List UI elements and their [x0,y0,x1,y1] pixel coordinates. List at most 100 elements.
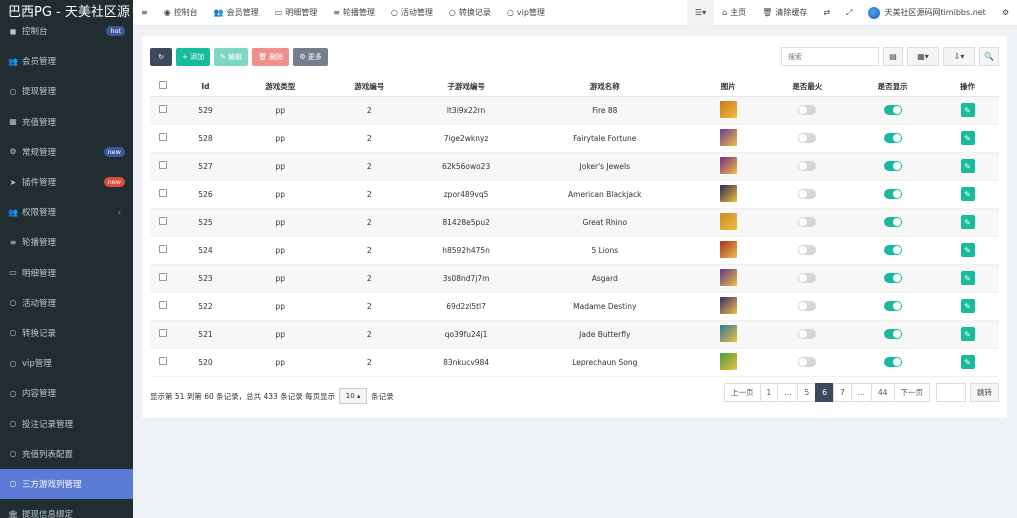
show-toggle[interactable] [883,133,902,143]
sidebar-item-2[interactable]: ○ 提现管理 [0,76,133,106]
sidebar-item-10[interactable]: ○ 转换记录 [0,318,133,348]
sidebar-item-13[interactable]: ○ 投注记录管理 [0,408,133,438]
search-input[interactable] [781,47,879,66]
table-row[interactable]: 525 pp 2 81428e5pu2 Great Rhino ✎ [150,208,999,237]
row-edit-button[interactable]: ✎ [960,187,975,201]
top-nav-item-6[interactable]: ○ vip管理 [499,0,553,26]
top-nav-item-4[interactable]: ○ 活动管理 [383,0,441,26]
table-row[interactable]: 526 pp 2 zpor489vq5 American Blackjack ✎ [150,180,999,209]
hot-toggle[interactable] [798,245,817,255]
add-button[interactable]: + 添加 [176,48,211,66]
table-row[interactable]: 527 pp 2 62k56owo23 Joker's Jewels ✎ [150,152,999,181]
game-thumbnail[interactable] [719,156,737,174]
row-checkbox[interactable] [158,273,167,281]
columns-dropdown[interactable]: ▦▾ [907,47,939,66]
settings-button[interactable]: ⚙ [994,0,1017,26]
site-link[interactable]: 天美社区源码网timibbs.net [860,0,993,26]
row-checkbox[interactable] [158,161,167,169]
select-all-checkbox[interactable] [158,81,167,90]
hot-toggle[interactable] [798,189,817,199]
sidebar-item-5[interactable]: ➤ 插件管理 new [0,167,133,197]
search-button[interactable]: 🔍 [979,47,999,66]
table-row[interactable]: 522 pp 2 69d2zl5tl7 Madame Destiny ✎ [150,292,999,321]
page-link-3[interactable]: 5 [797,383,817,402]
game-thumbnail[interactable] [719,100,737,118]
page-link-5[interactable]: 7 [833,383,852,402]
top-nav-item-2[interactable]: ▭ 明细管理 [267,0,326,26]
game-thumbnail[interactable] [719,240,737,258]
table-row[interactable]: 523 pp 2 3s08nd7j7m Asgard ✎ [150,264,999,293]
more-button[interactable]: ⚙ 更多 [293,48,328,66]
column-header-8[interactable]: 是否显示 [849,77,937,97]
hot-toggle[interactable] [798,273,817,283]
show-toggle[interactable] [883,273,902,283]
row-edit-button[interactable]: ✎ [960,215,975,229]
hot-toggle[interactable] [798,161,817,171]
column-header-9[interactable]: 操作 [936,77,999,97]
row-checkbox[interactable] [158,329,167,337]
column-header-2[interactable]: 游戏类型 [235,77,325,97]
show-toggle[interactable] [883,245,902,255]
game-thumbnail[interactable] [719,184,737,202]
column-header-5[interactable]: 游戏名称 [518,77,692,97]
show-toggle[interactable] [883,161,902,171]
page-link-6[interactable]: ... [850,383,872,402]
show-toggle[interactable] [883,329,902,339]
hot-toggle[interactable] [798,105,817,115]
show-toggle[interactable] [883,357,902,367]
sidebar-item-15[interactable]: ○ 三方游戏列管理 [0,468,133,499]
sidebar-item-7[interactable]: ≡ 轮播管理 [0,227,133,257]
page-jump-input[interactable] [936,383,966,402]
row-edit-button[interactable]: ✎ [960,103,975,117]
delete-button[interactable]: 🗑 删除 [252,48,290,66]
top-nav-item-1[interactable]: 👥 会员管理 [206,0,267,26]
fullscreen-button[interactable]: ⤢ [838,0,860,26]
translate-button[interactable]: ⇄ [815,0,838,26]
show-toggle[interactable] [883,189,902,199]
toggle-view-button[interactable]: ▤ [883,47,903,66]
row-edit-button[interactable]: ✎ [960,299,975,313]
sidebar-item-11[interactable]: ○ vip管理 [0,348,133,378]
page-link-0[interactable]: 上一页 [724,383,761,402]
column-header-6[interactable]: 图片 [691,77,766,97]
show-toggle[interactable] [883,217,902,227]
row-checkbox[interactable] [158,245,167,253]
page-link-1[interactable]: 1 [759,383,779,402]
game-thumbnail[interactable] [719,128,737,146]
game-thumbnail[interactable] [719,212,737,230]
row-checkbox[interactable] [158,301,167,309]
page-link-7[interactable]: 44 [870,383,895,402]
hot-toggle[interactable] [798,357,817,367]
show-toggle[interactable] [883,105,902,115]
column-header-7[interactable]: 是否最火 [765,77,850,97]
sidebar-item-16[interactable]: 🏛 提现信息绑定 [0,499,133,518]
home-link[interactable]: ⌂ 主页 [714,0,754,26]
sidebar-item-12[interactable]: ○ 内容管理 [0,378,133,408]
sidebar-item-9[interactable]: ○ 活动管理 [0,288,133,318]
row-checkbox[interactable] [158,357,167,365]
table-row[interactable]: 521 pp 2 qo39fu24j1 Jade Butterfly ✎ [150,320,999,349]
row-edit-button[interactable]: ✎ [960,327,975,341]
page-jump-button[interactable]: 跳转 [970,383,999,402]
row-checkbox[interactable] [158,189,167,197]
app-logo[interactable]: 巴西PG - 天美社区源 [0,0,133,26]
row-edit-button[interactable]: ✎ [960,243,975,257]
column-header-4[interactable]: 子游戏编号 [413,77,519,97]
row-edit-button[interactable]: ✎ [960,131,975,145]
top-nav-item-5[interactable]: ○ 转换记录 [441,0,499,26]
table-row[interactable]: 528 pp 2 7ige2wknyz Fairytale Fortune ✎ [150,124,999,153]
row-checkbox[interactable] [158,217,167,225]
page-link-2[interactable]: ... [777,383,799,402]
top-nav-item-3[interactable]: ≡ 轮播管理 [325,0,383,26]
sidebar-item-14[interactable]: ○ 充值列表配置 [0,439,133,469]
sidebar-item-8[interactable]: ▭ 明细管理 [0,258,133,288]
game-thumbnail[interactable] [719,324,737,342]
row-checkbox[interactable] [158,105,167,113]
hot-toggle[interactable] [798,217,817,227]
top-nav-item-0[interactable]: ◉ 控制台 [156,0,206,26]
sidebar-item-3[interactable]: ▦ 充值管理 [0,107,133,137]
game-thumbnail[interactable] [719,352,737,370]
hot-toggle[interactable] [798,133,817,143]
table-row[interactable]: 524 pp 2 h8592h475n 5 Lions ✎ [150,236,999,265]
column-header-1[interactable]: Id [175,77,236,97]
